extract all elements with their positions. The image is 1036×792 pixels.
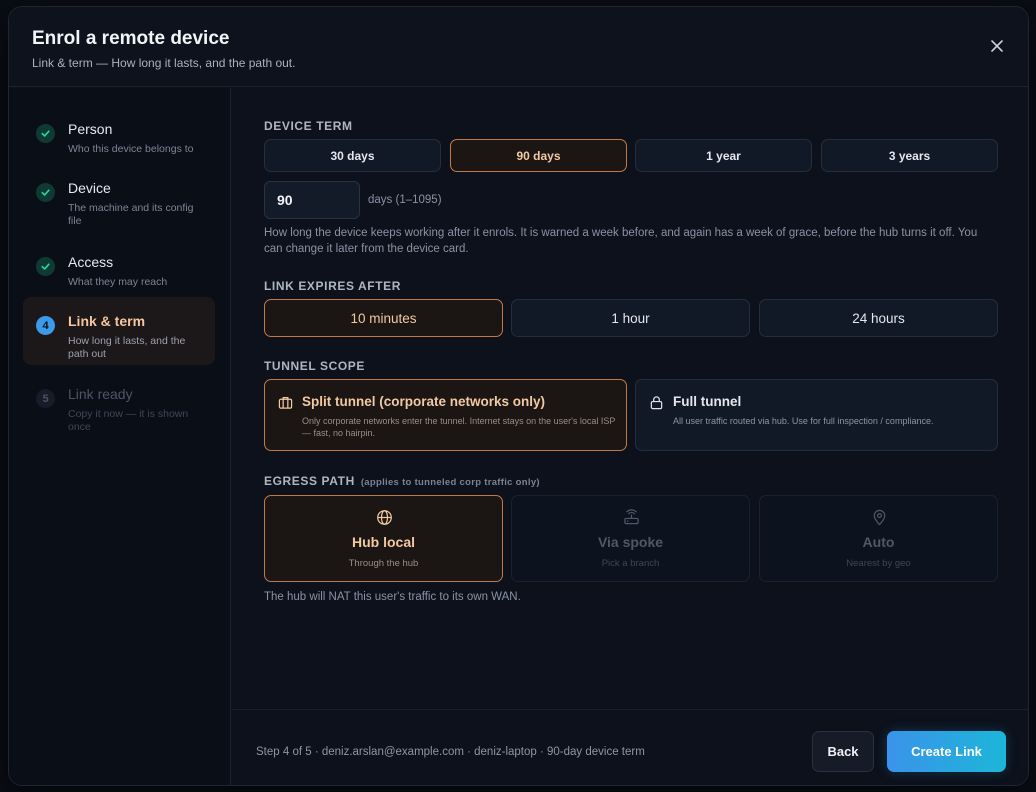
step-name: Person <box>68 121 113 137</box>
egress-option-via-spoke: Via spoke Pick a branch <box>511 495 750 582</box>
tunnel-scope-label: TUNNEL SCOPE <box>264 359 365 373</box>
step-desc: Copy it now — it is shown once <box>68 408 189 433</box>
step-desc: How long it lasts, and the path out <box>68 335 186 360</box>
step-name: Access <box>68 254 114 270</box>
egress-option-name: Auto <box>862 534 895 550</box>
globe-icon <box>376 510 392 525</box>
device-term-help: How long the device keeps working after … <box>264 227 978 255</box>
step-device[interactable]: Device The machine and its config file <box>23 164 215 230</box>
step-name: Device <box>68 180 111 196</box>
step-link-term[interactable]: 4 Link & term How long it lasts, and the… <box>23 297 215 365</box>
egress-path-title: EGRESS PATH <box>264 474 355 488</box>
days-input[interactable] <box>264 181 360 219</box>
link-option-24-hours[interactable]: 24 hours <box>759 299 998 337</box>
dialog-subtitle: Link & term — How long it lasts, and the… <box>32 56 296 70</box>
tunnel-option-split[interactable]: Split tunnel (corporate networks only) O… <box>264 379 627 451</box>
step-link-ready: 5 Link ready Copy it now — it is shown o… <box>23 370 215 436</box>
egress-path-subtitle: (applies to tunneled corp traffic only) <box>360 477 540 488</box>
egress-option-desc: Nearest by geo <box>846 558 911 569</box>
router-icon <box>623 509 639 525</box>
dialog-footer: Step 4 of 5 · deniz.arslan@example.com ·… <box>232 709 1028 785</box>
dialog-title: Enrol a remote device <box>32 28 230 49</box>
egress-path-label: EGRESS PATH (applies to tunneled corp tra… <box>264 474 540 488</box>
egress-option-name: Via spoke <box>597 534 664 550</box>
step-content: DEVICE TERM 30 days 90 days 1 year 3 yea… <box>232 88 1028 709</box>
term-option-3-years[interactable]: 3 years <box>821 139 998 172</box>
check-icon <box>36 124 55 143</box>
step-desc: Who this device belongs to <box>68 143 194 155</box>
step-desc: What they may reach <box>68 276 168 288</box>
step-number: 4 <box>36 316 55 335</box>
step-person[interactable]: Person Who this device belongs to <box>23 105 215 161</box>
check-icon <box>36 183 55 202</box>
back-button[interactable]: Back <box>812 731 874 772</box>
link-option-1-hour[interactable]: 1 hour <box>511 299 750 337</box>
tunnel-option-full[interactable]: Full tunnel All user traffic routed via … <box>635 379 998 451</box>
tunnel-option-name: Split tunnel (corporate networks only) <box>302 394 546 409</box>
tunnel-option-name: Full tunnel <box>673 394 742 409</box>
egress-option-hub-local[interactable]: Hub local Through the hub <box>264 495 503 582</box>
device-term-label: DEVICE TERM <box>264 119 353 133</box>
step-number: 5 <box>36 389 55 408</box>
dialog-header: Enrol a remote device Link & term — How … <box>9 7 1028 87</box>
close-icon[interactable] <box>988 37 1006 55</box>
step-name: Link ready <box>68 386 133 402</box>
tunnel-option-desc: All user traffic routed via hub. Use for… <box>673 416 934 426</box>
step-access[interactable]: Access What they may reach <box>23 238 215 294</box>
egress-option-desc: Through the hub <box>348 558 419 569</box>
term-option-90-days[interactable]: 90 days <box>450 139 627 172</box>
step-summary: Step 4 of 5 · deniz.arslan@example.com ·… <box>256 746 645 758</box>
step-name: Link & term <box>68 313 146 329</box>
link-expires-label: LINK EXPIRES AFTER <box>264 279 402 293</box>
egress-note: The hub will NAT this user's traffic to … <box>264 591 521 603</box>
enrol-device-dialog: Enrol a remote device Link & term — How … <box>8 6 1029 786</box>
wizard-steps: Person Who this device belongs to Device… <box>9 88 231 785</box>
create-link-button[interactable]: Create Link <box>887 731 1006 772</box>
term-option-1-year[interactable]: 1 year <box>635 139 812 172</box>
check-icon <box>36 257 55 276</box>
egress-option-name: Hub local <box>351 534 415 550</box>
egress-option-auto: Auto Nearest by geo <box>759 495 998 582</box>
step-desc: The machine and its config file <box>68 202 194 227</box>
link-option-10-minutes[interactable]: 10 minutes <box>264 299 503 337</box>
days-range-hint: days (1–1095) <box>368 194 442 206</box>
term-option-30-days[interactable]: 30 days <box>264 139 441 172</box>
tunnel-option-desc: Only corporate networks enter the tunnel… <box>302 416 616 438</box>
map-pin-icon <box>873 509 885 526</box>
briefcase-icon <box>278 397 293 409</box>
egress-option-desc: Pick a branch <box>601 558 660 569</box>
lock-icon <box>650 396 663 410</box>
